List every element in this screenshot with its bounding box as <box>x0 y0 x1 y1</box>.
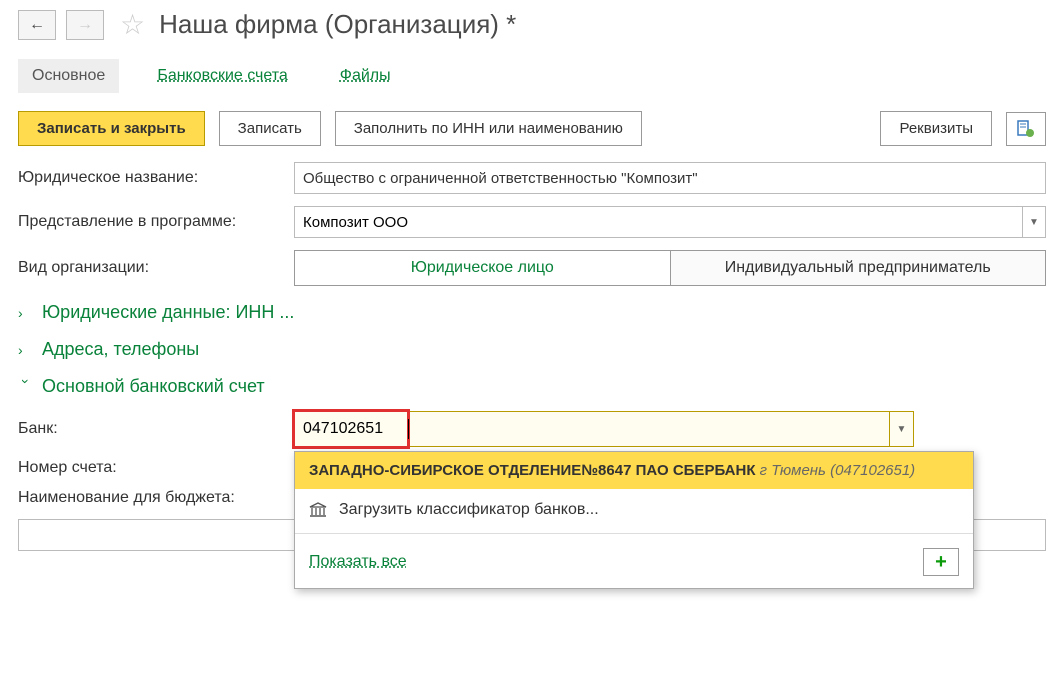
org-type-label: Вид организации: <box>18 259 294 277</box>
chevron-right-icon: › <box>18 342 34 358</box>
bank-field: ▼ <box>294 411 914 447</box>
presentation-label: Представление в программе: <box>18 213 294 231</box>
org-type-row: Вид организации: Юридическое лицо Индиви… <box>18 250 1046 286</box>
bank-label: Банк: <box>18 420 294 438</box>
bank-input-wrap: ▼ ЗАПАДНО-СИБИРСКОЕ ОТДЕЛЕНИЕ№8647 ПАО С… <box>294 411 1046 447</box>
bank-search-input[interactable] <box>295 412 407 446</box>
plus-icon: + <box>935 551 947 574</box>
section-legal-data-label: Юридические данные: ИНН ... <box>42 302 294 323</box>
text-cursor-icon <box>408 419 409 439</box>
arrow-right-icon: → <box>77 16 93 34</box>
tab-files[interactable]: Файлы <box>326 59 405 93</box>
tab-main[interactable]: Основное <box>18 59 119 93</box>
bank-dropdown-panel: ЗАПАДНО-СИБИРСКОЕ ОТДЕЛЕНИЕ№8647 ПАО СБЕ… <box>294 451 974 589</box>
chevron-down-icon: › <box>18 379 34 395</box>
requisites-button[interactable]: Реквизиты <box>880 111 992 146</box>
bank-result-item[interactable]: ЗАПАДНО-СИБИРСКОЕ ОТДЕЛЕНИЕ№8647 ПАО СБЕ… <box>295 452 973 489</box>
section-addresses-label: Адреса, телефоны <box>42 339 199 360</box>
org-type-toggle: Юридическое лицо Индивидуальный предприн… <box>294 250 1046 286</box>
bank-dropdown-button[interactable]: ▼ <box>889 412 913 446</box>
org-type-legal-button[interactable]: Юридическое лицо <box>295 251 671 285</box>
dropdown-divider <box>295 533 973 534</box>
bank-result-code: (047102651) <box>830 462 915 479</box>
legal-name-label: Юридическое название: <box>18 169 294 187</box>
tabs-row: Основное Банковские счета Файлы <box>18 59 1046 93</box>
bank-result-name: ЗАПАДНО-СИБИРСКОЕ ОТДЕЛЕНИЕ№8647 ПАО СБЕ… <box>309 462 755 479</box>
bank-row: Банк: ▼ ЗАПАДНО-СИБИРСКОЕ ОТДЕЛЕНИЕ№8647… <box>18 411 1046 447</box>
report-icon <box>1016 119 1036 139</box>
nav-back-button[interactable]: ← <box>18 10 56 40</box>
section-addresses[interactable]: › Адреса, телефоны <box>18 339 1046 360</box>
page-title: Наша фирма (Организация) * <box>159 9 516 40</box>
bank-load-classifier-label: Загрузить классификатор банков... <box>339 501 599 519</box>
presentation-dropdown-button[interactable]: ▼ <box>1022 206 1046 238</box>
chevron-down-icon: ▼ <box>1029 217 1039 228</box>
save-button[interactable]: Записать <box>219 111 321 146</box>
bank-add-button[interactable]: + <box>923 548 959 576</box>
save-close-button[interactable]: Записать и закрыть <box>18 111 205 146</box>
legal-name-input[interactable] <box>294 162 1046 194</box>
bank-result-city: г Тюмень <box>760 462 826 479</box>
bank-show-all-link[interactable]: Показать все <box>309 553 407 571</box>
nav-forward-button[interactable]: → <box>66 10 104 40</box>
arrow-left-icon: ← <box>29 16 45 34</box>
bank-load-classifier[interactable]: Загрузить классификатор банков... <box>295 489 973 531</box>
settings-icon-button[interactable] <box>1006 112 1046 146</box>
favorite-star-icon[interactable]: ☆ <box>120 8 145 41</box>
bank-search-highlight <box>292 409 410 449</box>
bank-dropdown-footer: Показать все + <box>295 536 973 588</box>
bank-building-icon <box>309 502 327 518</box>
presentation-input-wrap: ▼ <box>294 206 1046 238</box>
section-legal-data[interactable]: › Юридические данные: ИНН ... <box>18 302 1046 323</box>
presentation-row: Представление в программе: ▼ <box>18 206 1046 238</box>
bank-cursor-area[interactable] <box>410 412 889 446</box>
toolbar-row: Записать и закрыть Записать Заполнить по… <box>18 111 1046 146</box>
presentation-input[interactable] <box>294 206 1022 238</box>
chevron-right-icon: › <box>18 305 34 321</box>
budget-name-label: Наименование для бюджета: <box>18 489 294 507</box>
fill-by-inn-button[interactable]: Заполнить по ИНН или наименованию <box>335 111 642 146</box>
legal-name-row: Юридическое название: <box>18 162 1046 194</box>
section-bank-account-label: Основной банковский счет <box>42 376 265 397</box>
section-bank-account[interactable]: › Основной банковский счет <box>18 376 1046 397</box>
org-type-individual-button[interactable]: Индивидуальный предприниматель <box>671 251 1046 285</box>
chevron-down-icon: ▼ <box>897 424 907 435</box>
tab-bank-accounts[interactable]: Банковские счета <box>143 59 301 93</box>
header-row: ← → ☆ Наша фирма (Организация) * <box>18 8 1046 41</box>
account-number-label: Номер счета: <box>18 459 294 477</box>
